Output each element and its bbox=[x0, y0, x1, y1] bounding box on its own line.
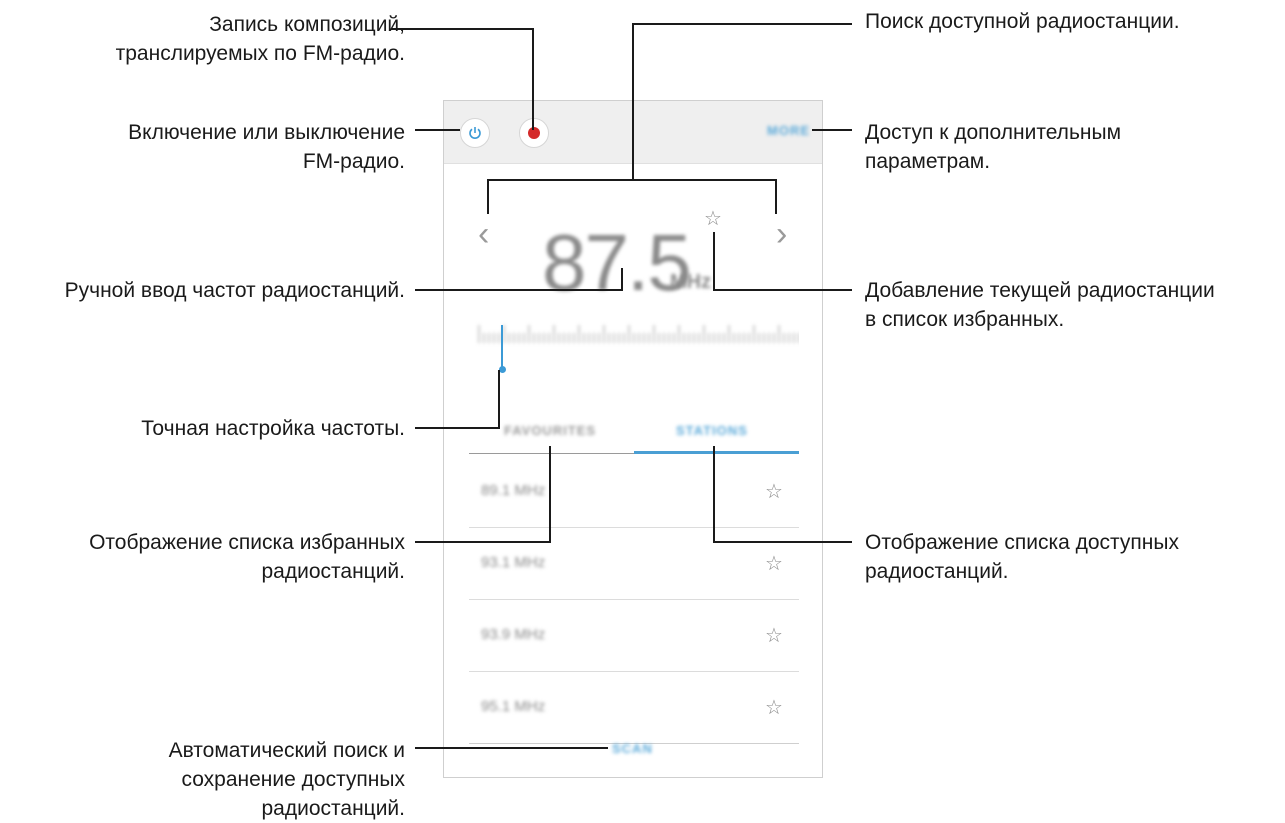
scan-button[interactable]: SCAN bbox=[612, 741, 653, 756]
tuner-knob-icon[interactable] bbox=[499, 366, 506, 373]
station-frequency: 89.1 MHz bbox=[481, 482, 546, 499]
star-icon[interactable]: ☆ bbox=[704, 209, 722, 229]
leader-line bbox=[415, 747, 608, 749]
power-button[interactable] bbox=[460, 118, 490, 148]
record-icon bbox=[528, 127, 540, 139]
leader-line bbox=[487, 179, 777, 181]
station-row[interactable]: 93.9 MHz ☆ bbox=[469, 600, 799, 672]
chevron-right-icon[interactable]: › bbox=[776, 217, 796, 251]
frequency-unit: MHz bbox=[670, 271, 712, 293]
callout-power: Включение или выключение FM-радио. bbox=[128, 121, 405, 173]
callout-more: Доступ к дополнительным параметрам. bbox=[865, 121, 1122, 173]
leader-line bbox=[415, 427, 500, 429]
leader-line bbox=[715, 289, 852, 291]
leader-line bbox=[487, 179, 489, 214]
leader-line bbox=[532, 28, 534, 130]
leader-line bbox=[391, 28, 534, 30]
leader-line bbox=[812, 129, 852, 131]
tab-divider bbox=[469, 453, 634, 454]
station-frequency: 95.1 MHz bbox=[481, 698, 546, 715]
leader-line bbox=[632, 23, 852, 25]
callout-add-favourite: Добавление текущей радиостанции в список… bbox=[865, 279, 1215, 331]
record-button[interactable] bbox=[519, 118, 549, 148]
callout-scan: Автоматический поиск и сохранение доступ… bbox=[168, 739, 405, 820]
callout-favourites-list: Отображение списка избранных радиостанци… bbox=[89, 531, 405, 583]
tab-stations[interactable]: STATIONS bbox=[676, 423, 748, 438]
station-row[interactable]: 89.1 MHz ☆ bbox=[469, 456, 799, 528]
leader-line bbox=[632, 23, 634, 181]
leader-line bbox=[713, 232, 715, 291]
station-frequency: 93.9 MHz bbox=[481, 626, 546, 643]
station-frequency: 93.1 MHz bbox=[481, 554, 546, 571]
star-icon[interactable]: ☆ bbox=[765, 554, 783, 574]
callout-stations-list: Отображение списка доступных радиостанци… bbox=[865, 531, 1179, 583]
callout-manual-frequency: Ручной ввод частот радиостанций. bbox=[64, 279, 405, 302]
radio-app-screen: MORE ‹ › 87.5 MHz ☆ FAVOURITES STATIONS … bbox=[443, 100, 823, 778]
leader-line bbox=[498, 370, 500, 429]
leader-line bbox=[415, 289, 623, 291]
leader-line bbox=[415, 541, 551, 543]
star-icon[interactable]: ☆ bbox=[765, 698, 783, 718]
more-button[interactable]: MORE bbox=[767, 123, 810, 138]
leader-line bbox=[775, 179, 777, 214]
leader-line bbox=[713, 541, 852, 543]
tuner-scale[interactable] bbox=[469, 321, 799, 371]
star-icon[interactable]: ☆ bbox=[765, 626, 783, 646]
station-row[interactable]: 93.1 MHz ☆ bbox=[469, 528, 799, 600]
star-icon[interactable]: ☆ bbox=[765, 482, 783, 502]
frequency-display[interactable]: 87.5 bbox=[542, 223, 692, 303]
chevron-left-icon[interactable]: ‹ bbox=[478, 217, 498, 251]
tab-favourites[interactable]: FAVOURITES bbox=[504, 423, 596, 438]
callout-search: Поиск доступной радиостанции. bbox=[865, 10, 1180, 33]
callout-fine-tune: Точная настройка частоты. bbox=[141, 417, 405, 440]
power-icon bbox=[469, 127, 481, 139]
leader-line bbox=[415, 129, 460, 131]
leader-line bbox=[713, 446, 715, 543]
station-row[interactable]: 95.1 MHz ☆ bbox=[469, 672, 799, 744]
leader-line bbox=[621, 268, 623, 291]
callout-record: Запись композиций, транслируемых по FM-р… bbox=[115, 13, 405, 65]
leader-line bbox=[549, 446, 551, 543]
tab-active-indicator bbox=[634, 451, 799, 454]
